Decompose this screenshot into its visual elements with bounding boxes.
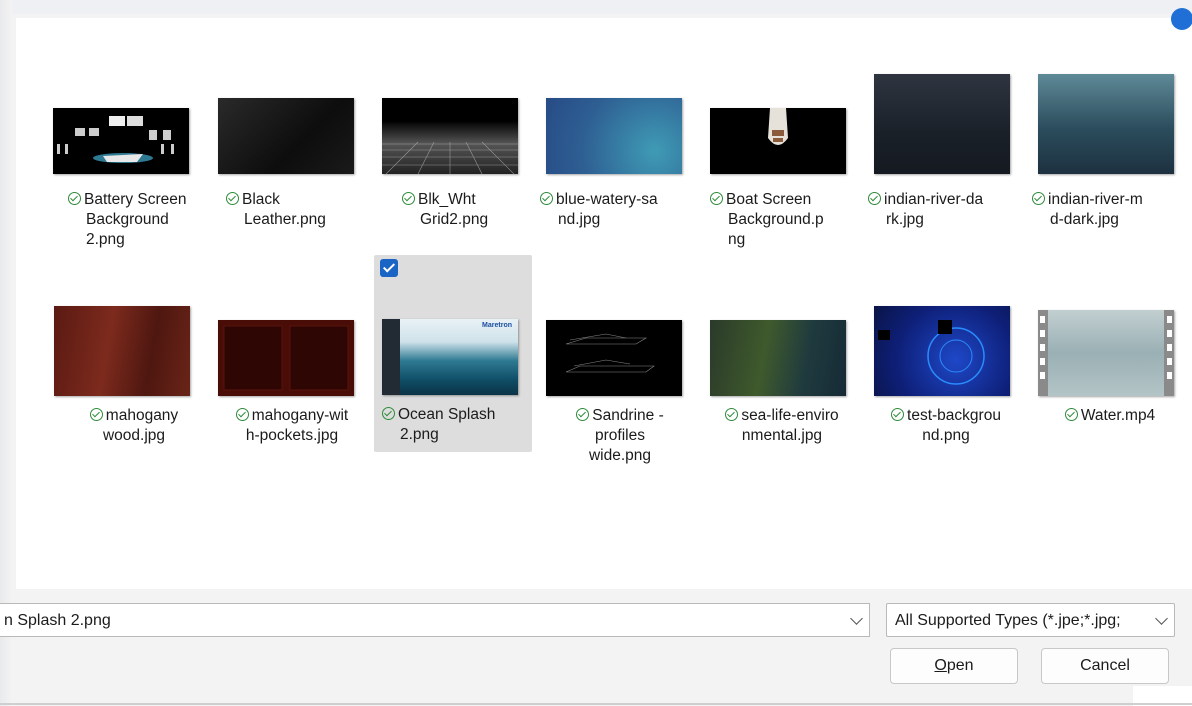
file-item[interactable]: Black Leather.png [214,74,370,264]
file-item[interactable]: mahogany-wit h-pockets.jpg [214,306,370,496]
top-edge [0,0,1192,14]
file-item[interactable]: Water.mp4 [1034,306,1190,496]
check-circle-icon [868,192,881,205]
file-caption: Sandrine - profiles wide.png [544,406,696,466]
check-circle-icon [710,192,723,205]
indian-river-dark-thumbnail [874,74,1010,174]
mahogany-thumbnail [54,306,190,396]
file-caption: indian-river-da rk.jpg [868,190,1020,230]
video-thumbnail [1038,310,1174,396]
file-caption: Blk_Wht Grid2.png [402,190,554,230]
check-circle-icon [1064,408,1078,421]
file-item[interactable]: test-backgrou nd.png [870,306,1026,496]
file-item[interactable]: sea-life-enviro nmental.jpg [706,306,862,496]
check-circle-icon [540,192,553,205]
navigation-pane-edge [0,0,12,706]
file-caption: Black Leather.png [226,190,378,230]
file-caption: mahogany-wit h-pockets.jpg [216,406,368,446]
file-type-filter-value: All Supported Types (*.jpe;*.jpg; [895,612,1121,629]
file-item[interactable]: Boat Screen Background.p ng [706,74,862,264]
battery-screen-thumbnail [53,108,189,174]
chevron-down-icon[interactable] [850,612,863,625]
check-circle-icon [68,192,81,205]
file-caption: test-backgrou nd.png [870,406,1022,446]
sea-life-thumbnail [710,320,846,396]
check-circle-icon [226,192,239,205]
open-button[interactable]: Open [890,648,1018,684]
sandrine-thumbnail [546,320,682,396]
file-caption: mahogany wood.jpg [58,406,210,446]
check-circle-icon [235,408,249,421]
file-caption: Water.mp4 [1034,406,1186,426]
check-circle-icon [1032,192,1045,205]
check-circle-icon [725,408,739,421]
file-caption: blue-watery-sa nd.jpg [540,190,692,230]
selected-checkbox[interactable] [380,259,398,277]
ocean-splash-thumbnail: Maretron [382,319,518,395]
mahogany-pockets-thumbnail [218,320,354,396]
file-item[interactable]: mahogany wood.jpg [50,306,206,496]
window-status-dot [1171,8,1192,30]
check-circle-icon [576,408,590,421]
check-circle-icon [891,408,905,421]
file-item[interactable]: blue-watery-sa nd.jpg [540,74,698,264]
file-list-pane[interactable]: Battery Screen Background 2.png Black Le… [16,8,1192,589]
bottom-border [0,703,1192,705]
file-caption: Ocean Splash 2.png [382,405,534,445]
boat-screen-thumbnail [710,108,846,174]
file-type-filter[interactable]: All Supported Types (*.jpe;*.jpg; [886,603,1175,637]
cancel-button[interactable]: Cancel [1041,648,1169,684]
check-circle-icon [89,408,103,421]
indian-river-md-dark-thumbnail [1038,74,1174,174]
file-item-selected[interactable]: Maretron Ocean Splash 2.png [374,255,532,452]
file-caption: Battery Screen Background 2.png [68,190,220,250]
test-background-thumbnail [874,306,1010,396]
file-item[interactable]: indian-river-da rk.jpg [868,74,1026,264]
grid-thumbnail [382,98,518,174]
file-caption: indian-river-m d-dark.jpg [1032,190,1184,230]
filename-combobox[interactable]: n Splash 2.png [0,603,870,637]
check-circle-icon [382,407,395,420]
blue-sand-thumbnail [546,98,682,174]
check-circle-icon [402,192,415,205]
filename-input[interactable]: n Splash 2.png [4,612,111,630]
file-caption: sea-life-enviro nmental.jpg [706,406,858,446]
file-item[interactable]: Blk_Wht Grid2.png [378,74,534,264]
file-item[interactable]: Sandrine - profiles wide.png [542,306,698,496]
file-item[interactable]: Battery Screen Background 2.png [50,74,206,264]
file-caption: Boat Screen Background.p ng [710,190,862,250]
file-item[interactable]: indian-river-m d-dark.jpg [1032,74,1190,264]
chevron-down-icon[interactable] [1155,612,1168,625]
black-leather-thumbnail [218,98,354,174]
